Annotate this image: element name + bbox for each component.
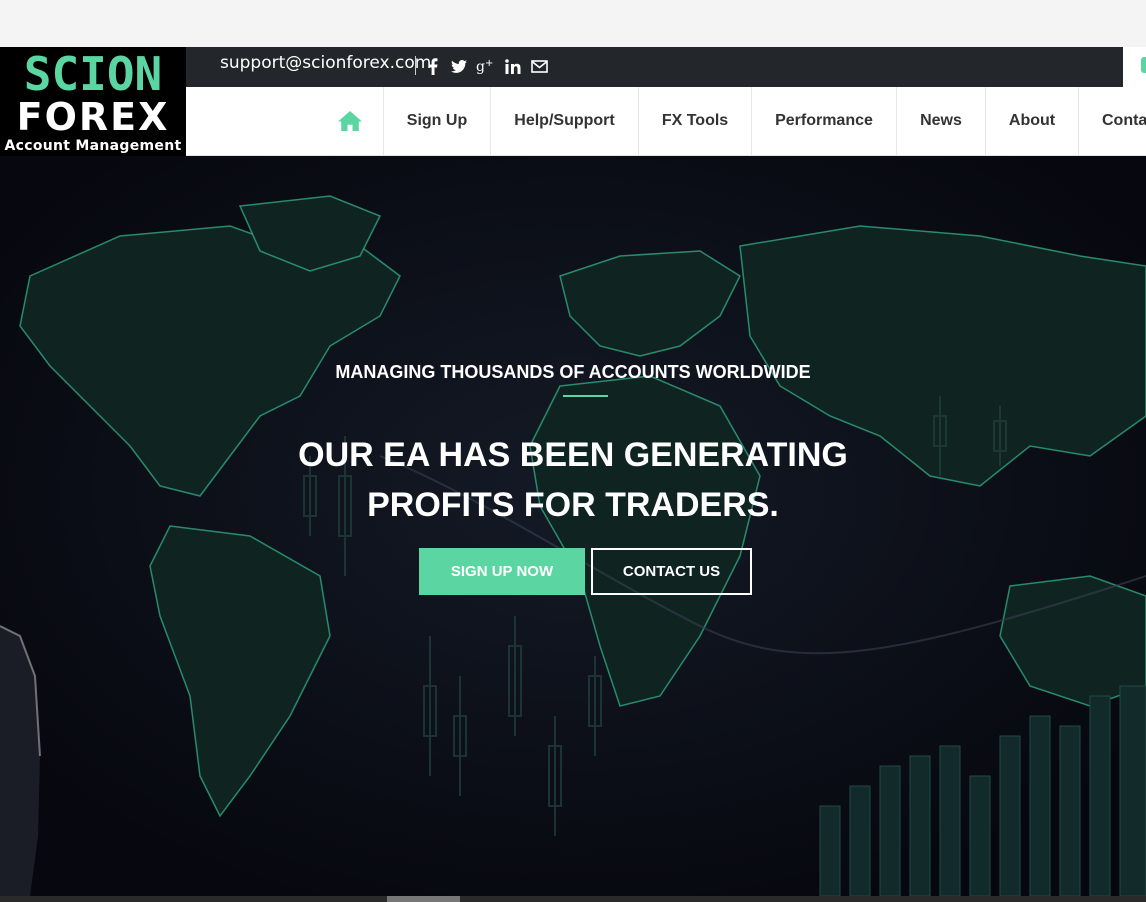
support-email-link[interactable]: support@scionforex.com bbox=[220, 53, 431, 73]
accent-tab bbox=[1141, 57, 1146, 73]
topbar-right-edge bbox=[1123, 47, 1146, 87]
logo-line-forex: FOREX bbox=[16, 95, 170, 139]
scrollbar-thumb[interactable] bbox=[387, 896, 460, 902]
facebook-icon[interactable] bbox=[426, 57, 440, 75]
tagline-underline bbox=[563, 395, 608, 397]
nav-help-support[interactable]: Help/Support bbox=[490, 87, 638, 155]
hero-headline: OUR EA HAS BEEN GENERATING PROFITS FOR T… bbox=[0, 430, 1146, 530]
google-plus-icon[interactable]: g + bbox=[476, 57, 496, 75]
headline-line-1: OUR EA HAS BEEN GENERATING bbox=[298, 436, 848, 474]
horizontal-scrollbar[interactable] bbox=[0, 896, 1146, 902]
mail-icon[interactable] bbox=[529, 57, 549, 75]
topbar-divider bbox=[415, 56, 416, 75]
linkedin-icon[interactable] bbox=[504, 57, 522, 75]
nav-performance[interactable]: Performance bbox=[751, 87, 896, 155]
nav-fx-tools[interactable]: FX Tools bbox=[638, 87, 751, 155]
browser-blank-area bbox=[0, 0, 1146, 47]
twitter-icon[interactable] bbox=[450, 57, 468, 75]
headline-line-2: PROFITS FOR TRADERS. bbox=[367, 486, 779, 524]
nav-home[interactable] bbox=[316, 87, 383, 155]
logo-line-account-management: Account Management bbox=[4, 138, 182, 154]
contact-us-button[interactable]: CONTACT US bbox=[591, 548, 752, 595]
nav-sign-up[interactable]: Sign Up bbox=[383, 87, 490, 155]
svg-text:+: + bbox=[485, 58, 493, 69]
site-logo[interactable]: SCION FOREX Account Management bbox=[0, 47, 186, 156]
logo-line-scion: SCION bbox=[23, 47, 163, 101]
hero-tagline: MANAGING THOUSANDS OF ACCOUNTS WORLDWIDE bbox=[335, 362, 811, 382]
svg-text:g: g bbox=[476, 59, 485, 74]
sign-up-now-button[interactable]: SIGN UP NOW bbox=[419, 548, 585, 595]
nav-news[interactable]: News bbox=[896, 87, 985, 155]
nav-contact[interactable]: Conta bbox=[1078, 87, 1146, 155]
home-icon bbox=[337, 111, 362, 131]
main-navigation: Sign Up Help/Support FX Tools Performanc… bbox=[186, 87, 1146, 156]
top-contact-bar: support@scionforex.com g + bbox=[186, 47, 1123, 87]
hero-banner: MANAGING THOUSANDS OF ACCOUNTS WORLDWIDE… bbox=[0, 156, 1146, 896]
nav-about[interactable]: About bbox=[985, 87, 1078, 155]
